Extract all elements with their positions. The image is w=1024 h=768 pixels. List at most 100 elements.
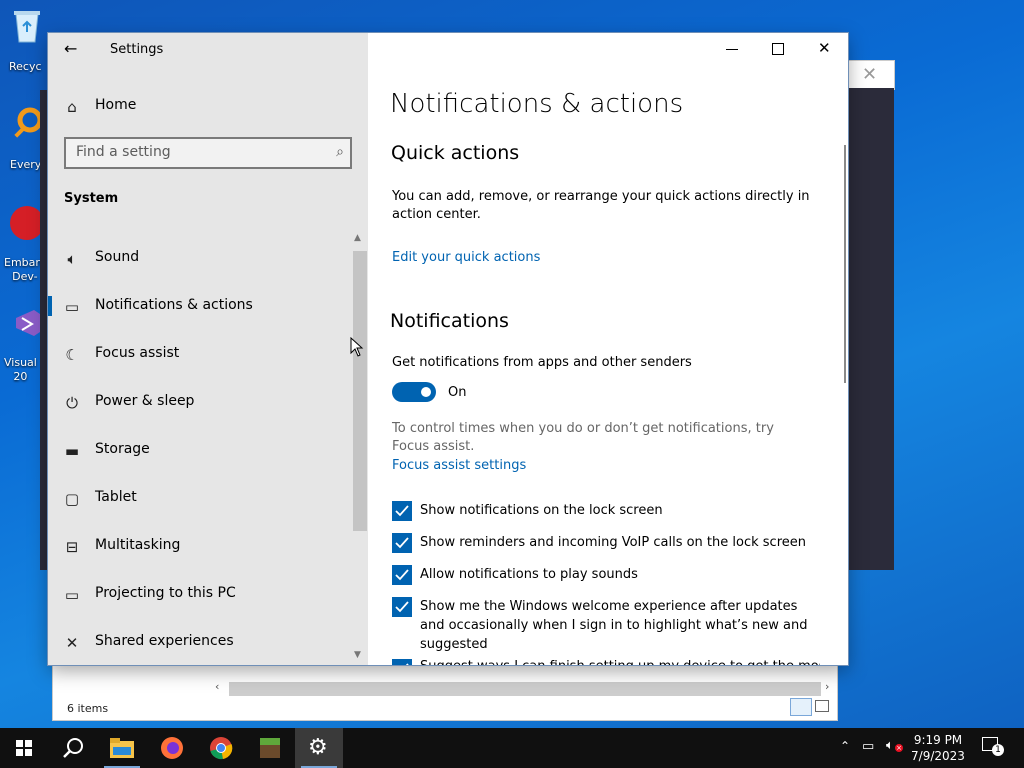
settings-content-pane: ✕ Notifications & actions Quick actions … [368,33,848,665]
window-title: Settings [110,42,164,57]
settings-icon: ⚙ [308,735,328,760]
back-arrow-icon: ← [64,39,78,58]
checkbox-lock-screen[interactable] [392,501,412,521]
desktop-icon-everything[interactable]: Every [0,106,44,171]
back-button[interactable]: ← [64,39,77,58]
sidebar-item-focus-assist[interactable]: ☾ Focus assist [48,334,348,374]
file-explorer-icon [110,738,134,758]
clock-time: 9:19 PM [913,733,963,747]
nav-home-label: Home [95,97,137,113]
checkmark-icon [395,537,409,549]
projector-icon: ▭ [64,586,80,604]
network-icon[interactable]: ▭ [862,739,874,754]
clock[interactable]: 9:19 PM 7/9/2023 [910,732,966,764]
close-icon[interactable]: ✕ [862,64,877,85]
toggle-knob [421,387,431,397]
sidebar-item-tablet[interactable]: ▢ Tablet [48,478,348,518]
taskbar-firefox[interactable] [148,728,196,768]
minimize-button[interactable] [720,39,744,59]
focus-assist-settings-link[interactable]: Focus assist settings [392,458,526,473]
everything-icon [10,106,44,140]
home-icon: ⌂ [67,98,77,116]
sidebar-item-label: Tablet [95,489,137,505]
focus-assist-hint: To control times when you do or don’t ge… [392,421,774,454]
close-button[interactable]: ✕ [812,39,836,59]
scrollbar-left-arrow[interactable]: ‹ [215,680,219,693]
moon-icon: ☾ [65,346,79,364]
edit-quick-actions-link[interactable]: Edit your quick actions [392,250,540,265]
sidebar-item-projecting[interactable]: ▭ Projecting to this PC [48,574,348,614]
checkbox-reminders-voip[interactable] [392,533,412,553]
checkmark-icon [395,601,409,613]
taskbar-minecraft[interactable] [246,728,294,768]
checkbox-label: Allow notifications to play sounds [420,567,638,582]
power-icon: ⏻ [66,394,78,412]
horizontal-scrollbar-thumb[interactable] [229,682,821,696]
notifications-toggle[interactable] [392,382,436,402]
desktop-icon-recycle-bin[interactable]: Recyc [0,8,44,73]
sidebar-item-shared-experiences[interactable]: ✕ Shared experiences [48,622,348,662]
taskbar-settings[interactable]: ⚙ [295,728,343,768]
recycle-bin-icon [10,8,44,43]
search-input[interactable]: Find a setting ⌕ [64,137,352,169]
sidebar-item-label: Power & sleep [95,393,195,409]
start-button[interactable] [0,728,48,768]
search-placeholder: Find a setting [76,144,171,160]
action-center-button[interactable]: 1 [982,737,1004,757]
minecraft-icon [260,738,280,758]
nav-scroll-down-arrow[interactable]: ▼ [354,650,361,660]
taskbar-chrome[interactable] [197,728,245,768]
checkbox-label: Suggest ways I can finish setting up my … [420,657,820,665]
quick-actions-heading: Quick actions [391,142,520,164]
checkbox-label: Show notifications on the lock screen [420,503,663,518]
checkbox-welcome-experience[interactable] [392,597,412,617]
sidebar-item-label: Storage [95,441,150,457]
background-window-titlebar: ✕ [848,60,895,90]
notification-icon: ▭ [64,298,80,316]
notifications-heading: Notifications [390,310,509,332]
clock-date: 7/9/2023 [911,749,965,763]
checkbox-label: Show reminders and incoming VoIP calls o… [420,535,806,550]
nav-scroll-up-arrow[interactable]: ▲ [354,233,361,243]
mute-x-icon: × [895,744,903,752]
desktop-icon-embarcadero[interactable]: Embarc Dev- [0,206,46,283]
sidebar-item-label: Focus assist [95,345,180,361]
sidebar-item-label: Multitasking [95,537,181,553]
desktop-icon-label: Recyc [9,60,42,73]
checkbox-play-sounds[interactable] [392,565,412,585]
content-scrollbar[interactable] [844,145,846,383]
settings-nav-pane: ← Settings ⌂ Home Find a setting ⌕ Syste… [48,33,368,665]
scrollbar-right-arrow[interactable]: › [825,680,829,693]
details-view-icon[interactable] [790,698,812,716]
toggle-state-label: On [448,385,467,400]
taskbar-file-explorer[interactable] [98,728,146,768]
sidebar-item-sound[interactable]: 🔈︎ Sound [48,238,348,278]
sidebar-item-multitasking[interactable]: ⊟ Multitasking [48,526,348,566]
nav-home[interactable]: ⌂ Home [48,86,348,126]
search-icon [63,738,83,758]
search-icon: ⌕ [336,144,344,160]
maximize-button[interactable] [766,39,790,59]
taskbar-search-button[interactable] [48,728,96,768]
large-icons-view-icon[interactable] [815,700,829,712]
mouse-cursor-icon [350,337,364,357]
sidebar-item-label: Shared experiences [95,633,234,649]
sidebar-item-label: Projecting to this PC [95,585,236,601]
desktop-icon-label: Every [10,158,42,171]
show-hidden-icons-button[interactable]: ⌃ [840,739,850,753]
sidebar-item-label: Sound [95,249,140,265]
notification-count-badge: 1 [992,744,1004,756]
sidebar-item-notifications[interactable]: ▭ Notifications & actions [48,286,348,326]
status-item-count: 6 items [67,702,109,715]
nav-section-title: System [64,191,119,206]
sidebar-item-power-sleep[interactable]: ⏻ Power & sleep [48,382,348,422]
start-icon [16,740,32,756]
volume-muted-icon[interactable]: 🔈︎ × [886,738,903,753]
checkmark-icon [395,569,409,581]
background-window-edge [40,90,48,570]
nav-scrollbar-thumb[interactable] [353,251,367,531]
sidebar-item-storage[interactable]: ▬ Storage [48,430,348,470]
desktop-icon-visual-studio[interactable]: Visual 20 [0,306,44,383]
checkbox-suggest-setup[interactable] [392,659,412,665]
background-window-statusbar: ‹ › 6 items [52,664,838,721]
